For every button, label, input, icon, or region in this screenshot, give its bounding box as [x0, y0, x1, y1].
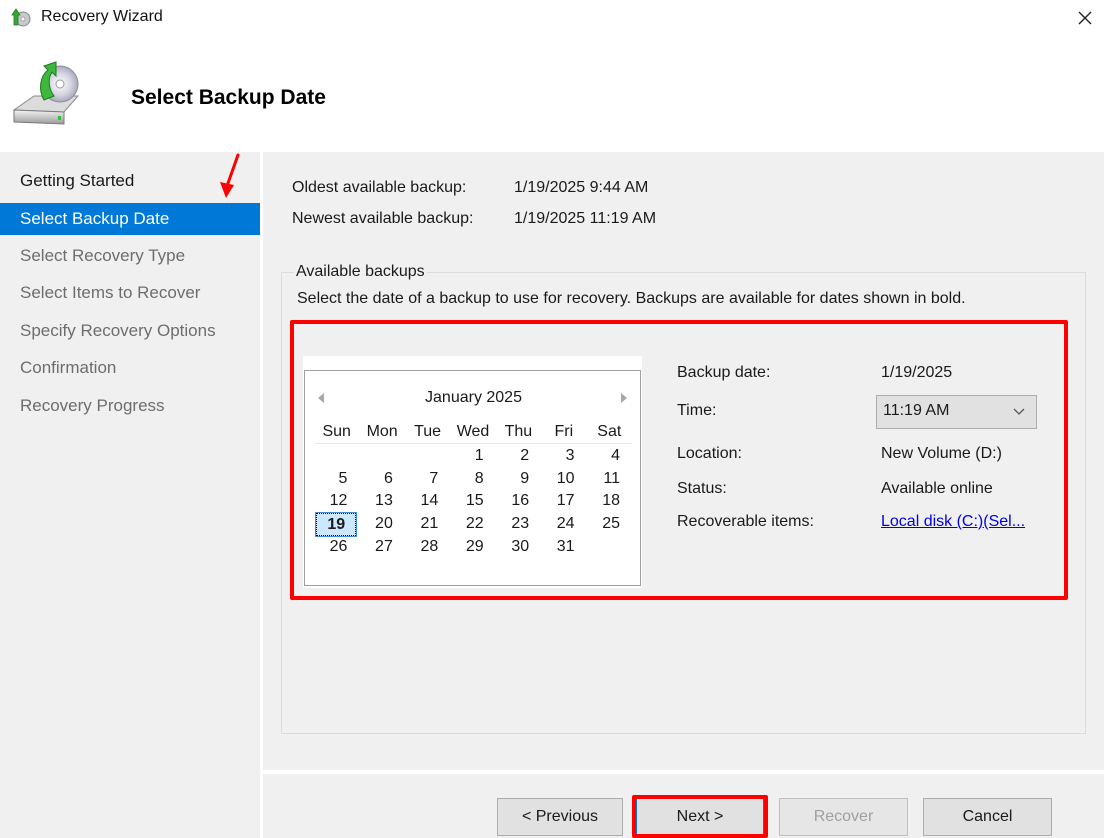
- newest-backup-value: 1/19/2025 11:19 AM: [514, 210, 657, 227]
- oldest-backup-label: Oldest available backup:: [292, 179, 467, 196]
- page-title: Select Backup Date: [131, 86, 326, 109]
- step-select-items-to-recover[interactable]: Select Items to Recover: [0, 277, 260, 309]
- cancel-button[interactable]: Cancel: [923, 798, 1052, 836]
- available-backups-legend: Available backups: [294, 263, 427, 281]
- available-backups-description: Select the date of a backup to use for r…: [297, 290, 966, 307]
- step-recovery-progress[interactable]: Recovery Progress: [0, 390, 260, 422]
- annotation-arrow-icon: [220, 153, 240, 198]
- step-select-backup-date[interactable]: Select Backup Date: [0, 203, 260, 235]
- annotation-highlight-box: [290, 320, 1068, 600]
- title-bar: Recovery Wizard: [0, 0, 1104, 36]
- recovery-wizard-icon: [11, 8, 31, 27]
- newest-backup-label: Newest available backup:: [292, 210, 474, 227]
- step-specify-recovery-options[interactable]: Specify Recovery Options: [0, 315, 260, 347]
- wizard-header: Select Backup Date: [0, 36, 1104, 152]
- next-button-highlight-box: [632, 795, 768, 838]
- recover-button[interactable]: Recover: [779, 798, 908, 836]
- oldest-backup-value: 1/19/2025 9:44 AM: [514, 179, 649, 196]
- close-icon: [1078, 11, 1092, 25]
- previous-button[interactable]: < Previous: [497, 798, 623, 836]
- window-title: Recovery Wizard: [41, 8, 163, 25]
- backup-drive-restore-icon: [12, 61, 80, 125]
- step-confirmation[interactable]: Confirmation: [0, 352, 260, 384]
- step-select-recovery-type[interactable]: Select Recovery Type: [0, 240, 260, 272]
- close-button[interactable]: [1066, 0, 1104, 36]
